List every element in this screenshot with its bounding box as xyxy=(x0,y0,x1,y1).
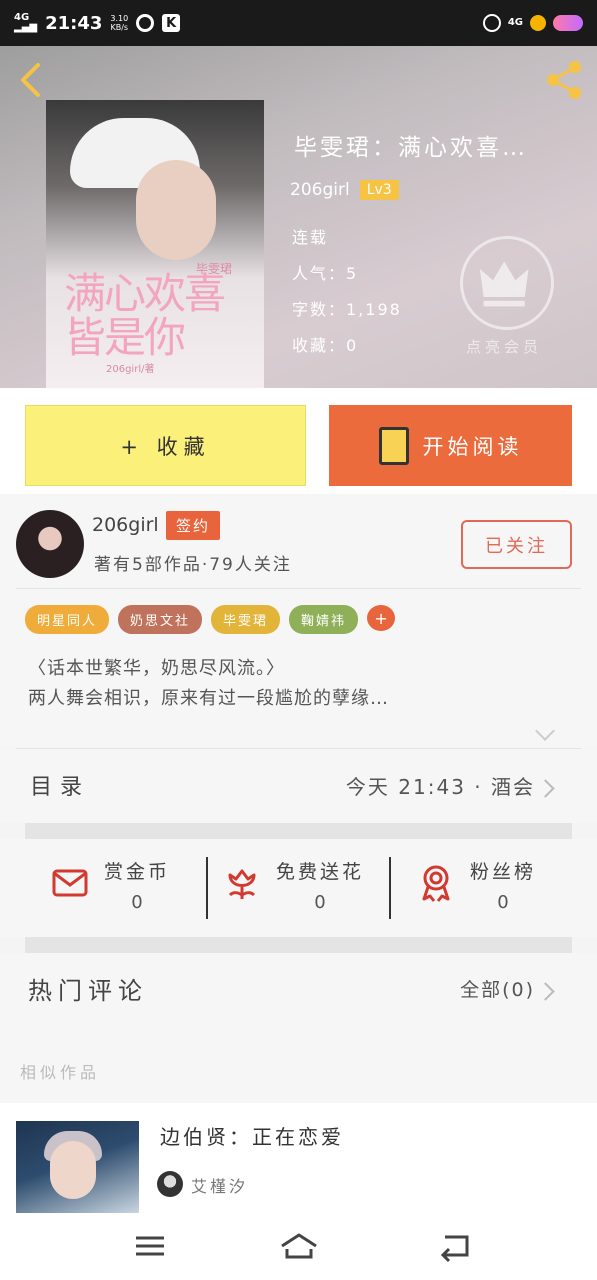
similar-work-title: 边伯贤：正在恋爱 xyxy=(160,1125,344,1149)
back-icon[interactable] xyxy=(435,1229,475,1263)
similar-works-label: 相似作品 xyxy=(20,1063,101,1082)
signal-icon: 4G ▂▄▆ xyxy=(14,12,38,33)
stat-reward-label: 赏金币 xyxy=(104,861,171,883)
network-speed: 3.10 KB/s xyxy=(110,14,129,32)
k-app-icon: K xyxy=(162,14,181,32)
chevron-right-icon xyxy=(536,982,555,1001)
menu-icon[interactable] xyxy=(130,1229,170,1263)
charging-icon xyxy=(530,15,546,31)
status-time: 21:43 xyxy=(45,12,103,34)
signed-badge: 签约 xyxy=(166,511,221,540)
intro-line-1: 〈话本世繁华，奶思尽风流。〉 xyxy=(28,658,285,679)
tag-3[interactable]: 鞠婧祎 xyxy=(289,605,359,634)
similar-work-item[interactable]: 边伯贤：正在恋爱 艾槿汐 xyxy=(0,1103,597,1213)
favorites-count: 收藏：0 xyxy=(292,336,359,355)
tag-2[interactable]: 毕雯珺 xyxy=(211,605,281,634)
similar-author-avatar xyxy=(157,1171,183,1197)
stat-fans[interactable]: 粉丝榜 0 xyxy=(416,857,536,913)
book-icon xyxy=(378,426,409,465)
hot-comments-label: 热门评论 xyxy=(28,977,148,1005)
section-separator xyxy=(25,937,572,953)
red-envelope-icon xyxy=(52,869,88,897)
serial-status: 连载 xyxy=(292,228,329,247)
intro-line-2: 两人舞会相识，原来有过一段尴尬的孽缘… xyxy=(28,688,389,709)
stat-reward-value: 0 xyxy=(131,892,143,913)
stat-divider xyxy=(206,857,208,919)
status-bar: 4G ▂▄▆ 21:43 3.10 KB/s K 4G xyxy=(0,0,597,46)
cover-title: 满心欢喜 皆是你 xyxy=(64,269,226,362)
book-intro[interactable]: 〈话本世繁华，奶思尽风流。〉 两人舞会相识，原来有过一段尴尬的孽缘… xyxy=(28,654,389,714)
catalog-label: 目录 xyxy=(30,775,91,800)
flower-icon xyxy=(228,869,256,899)
stat-divider xyxy=(389,857,391,919)
medal-icon xyxy=(422,865,450,902)
vip-crown-button[interactable] xyxy=(460,236,554,330)
stat-flower[interactable]: 免费送花 0 xyxy=(222,857,364,913)
stat-fans-value: 0 xyxy=(497,892,509,913)
cover-face xyxy=(136,160,216,260)
stat-flower-label: 免费送花 xyxy=(276,861,365,883)
follow-button[interactable]: 已关注 xyxy=(461,520,572,569)
comments-section: 热门评论 全部(0) 相似作品 xyxy=(0,953,597,1103)
book-title: 毕雯珺：满心欢喜… xyxy=(294,135,528,161)
stat-fans-label: 粉丝榜 xyxy=(470,861,537,883)
tag-0[interactable]: 明星同人 xyxy=(25,605,110,634)
author-card-name[interactable]: 206girl xyxy=(92,514,159,536)
expand-chevron-icon[interactable] xyxy=(535,721,555,741)
vip-label: 点亮会员 xyxy=(466,338,543,356)
add-tag-button[interactable]: + xyxy=(367,605,396,631)
share-icon[interactable] xyxy=(542,58,586,102)
book-cover[interactable]: 毕雯珺 满心欢喜 皆是你 206girl/著 xyxy=(46,100,264,388)
mobile-data-icon: 4G xyxy=(507,17,523,28)
sim-cover-face xyxy=(50,1141,96,1199)
author-card: 206girl 签约 著有5部作品·79人关注 已关注 明星同人 奶思文社 毕雯… xyxy=(0,494,597,749)
latest-chapter: 今天 21:43 · 酒会 xyxy=(345,775,535,799)
alarm-icon xyxy=(482,14,501,32)
app-notification-icon xyxy=(136,14,155,32)
similar-work-cover xyxy=(16,1121,139,1213)
chevron-right-icon xyxy=(536,779,555,798)
start-reading-label: 开始阅读 xyxy=(422,434,523,459)
stats-row: 赏金币 0 免费送花 0 粉丝榜 0 xyxy=(0,839,597,937)
author-row: 206girl Lv3 xyxy=(290,180,399,200)
home-icon[interactable] xyxy=(279,1229,319,1263)
all-comments-link[interactable]: 全部(0) xyxy=(460,975,535,1002)
popularity: 人气：5 xyxy=(292,264,359,283)
system-nav-bar xyxy=(0,1213,597,1280)
collect-button[interactable]: + 收藏 xyxy=(25,405,306,486)
level-badge: Lv3 xyxy=(359,180,399,200)
book-header: 毕雯珺 满心欢喜 皆是你 206girl/著 毕雯珺：满心欢喜… 206girl … xyxy=(0,46,597,388)
similar-author-name: 艾槿汐 xyxy=(191,1177,249,1196)
battery-icon xyxy=(553,15,583,31)
divider xyxy=(16,588,581,589)
section-separator xyxy=(25,823,572,839)
start-reading-button[interactable]: 开始阅读 xyxy=(329,405,572,486)
tag-list: 明星同人 奶思文社 毕雯珺 鞠婧祎 + xyxy=(25,605,396,634)
word-count: 字数：1,198 xyxy=(292,300,402,319)
author-stats: 著有5部作品·79人关注 xyxy=(94,555,292,575)
author-name[interactable]: 206girl xyxy=(290,180,350,200)
stat-reward[interactable]: 赏金币 0 xyxy=(50,857,170,913)
cover-author: 206girl/著 xyxy=(106,364,155,375)
crown-icon xyxy=(479,261,529,307)
stat-flower-value: 0 xyxy=(314,892,326,913)
author-avatar[interactable] xyxy=(16,510,84,578)
catalog-row[interactable]: 目录 今天 21:43 · 酒会 xyxy=(0,749,597,823)
action-bar: + 收藏 开始阅读 xyxy=(0,388,597,494)
back-arrow-icon[interactable] xyxy=(16,62,46,98)
tag-1[interactable]: 奶思文社 xyxy=(118,605,203,634)
